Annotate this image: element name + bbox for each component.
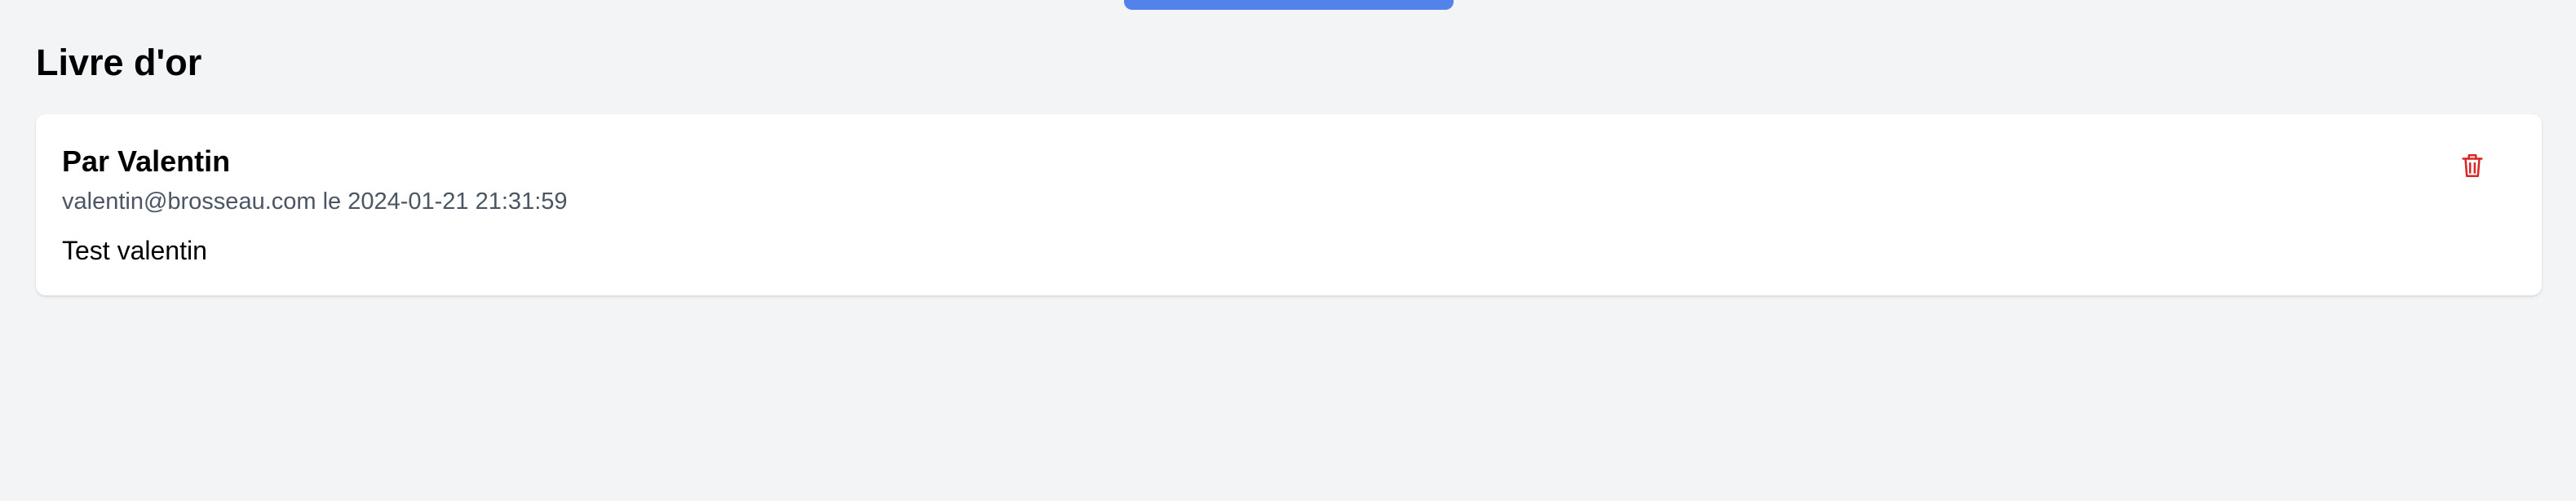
entry-message: Test valentin	[62, 236, 207, 265]
guestbook-page: Livre d'or Par Valentin valentin@brossea…	[0, 0, 2576, 501]
entry-author: Par Valentin	[62, 144, 231, 178]
entry-meta: valentin@brosseau.com le 2024-01-21 21:3…	[62, 188, 568, 215]
delete-entry-button[interactable]	[2452, 145, 2493, 186]
trash-icon	[2459, 150, 2486, 181]
page-title: Livre d'or	[36, 42, 202, 83]
guestbook-entry: Par Valentin valentin@brosseau.com le 20…	[36, 114, 2542, 295]
top-action-button[interactable]	[1124, 0, 1454, 10]
